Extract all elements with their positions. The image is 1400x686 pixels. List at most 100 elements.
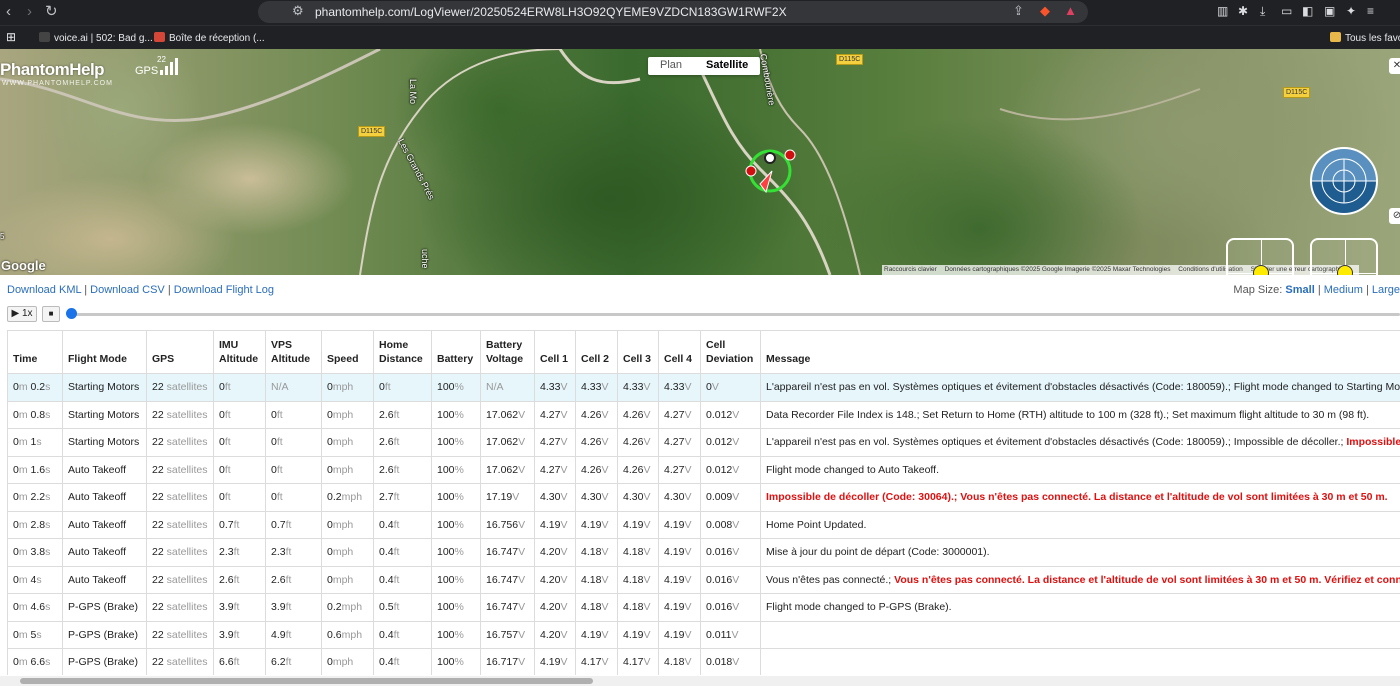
downloads-icon[interactable]: ⤓ <box>1260 4 1265 19</box>
battery-cell: 100% <box>431 538 481 567</box>
speed-cell: 0mph <box>321 428 374 457</box>
table-row[interactable]: 0m 0.2s Starting Motors 22 satellites 0ft N/… <box>7 373 1400 402</box>
vps-altitude-cell: 0ft <box>265 455 322 484</box>
column-header: GPS <box>146 330 214 374</box>
table-row[interactable]: 0m 1.6s Auto Takeoff 22 satellites 0ft 0ft 0m… <box>7 455 1400 484</box>
cell-deviation-cell: 0V <box>700 373 761 402</box>
message-cell: Impossible de décoller (Code: 30064).; V… <box>760 483 1400 512</box>
phantomhelp-logo: PhantomHelp <box>0 60 105 79</box>
time-cell: 0m 0.8s <box>7 400 63 429</box>
map-size-selector: Map Size: Small | Medium | Large <box>1233 284 1400 296</box>
cell1-cell: 4.30V <box>534 483 576 512</box>
table-row[interactable]: 0m 0.8s Starting Motors 22 satellites 0ft 0f… <box>7 400 1400 429</box>
map-type-satellite[interactable]: Satellite <box>706 59 748 71</box>
url-text[interactable]: phantomhelp.com/LogViewer/20250524ERW8LH… <box>315 5 787 19</box>
address-bar[interactable]: ⚙ phantomhelp.com/LogViewer/20250524ERW8… <box>258 1 1088 23</box>
map-type-plan[interactable]: Plan <box>660 59 682 71</box>
keyboard-shortcuts-link[interactable]: Raccourcis clavier <box>884 266 937 273</box>
imu-altitude-cell: 2.3ft <box>213 538 266 567</box>
bookmark-gmail[interactable]: Boîte de réception (... <box>154 32 265 44</box>
speed-cell: 0mph <box>321 648 374 675</box>
flight-mode-cell: Starting Motors <box>62 428 147 457</box>
download-flightlog-link[interactable]: Download Flight Log <box>174 284 274 296</box>
signal-bars-icon <box>160 58 180 75</box>
battery-cell: 100% <box>431 483 481 512</box>
share-icon[interactable]: ⇪ <box>1013 3 1024 19</box>
flight-map[interactable]: PhantomHelp WWW.PHANTOMHELP.COM GPS 22 P… <box>0 49 1400 275</box>
scrollbar-thumb[interactable] <box>20 678 593 684</box>
map-size-medium[interactable]: Medium <box>1324 284 1363 296</box>
cell3-cell: 4.18V <box>617 593 659 622</box>
vps-altitude-cell: 0ft <box>265 428 322 457</box>
reload-icon[interactable]: ↻ <box>45 3 58 21</box>
speed-cell: 0mph <box>321 510 374 539</box>
cell2-cell: 4.17V <box>575 648 618 675</box>
map-control-button[interactable]: ⊘ <box>1389 208 1400 224</box>
stop-button[interactable]: ■ <box>42 306 60 322</box>
rewards-icon[interactable]: ▲ <box>1064 3 1077 18</box>
play-speed-button[interactable]: ▶ 1x <box>7 306 37 322</box>
table-row[interactable]: 0m 3.8s Auto Takeoff 22 satellites 2.3ft 2.3… <box>7 538 1400 567</box>
battery-voltage-cell: 17.062V <box>480 400 535 429</box>
column-header: Speed <box>321 330 374 374</box>
cell4-cell: 4.19V <box>658 620 701 649</box>
imu-altitude-cell: 2.6ft <box>213 565 266 594</box>
table-body: 0m 0.2s Starting Motors 22 satellites 0ft N/… <box>7 373 1400 675</box>
table-row[interactable]: 0m 6.6s P-GPS (Brake) 22 satellites 6.6ft 6.… <box>7 648 1400 675</box>
bookmark-voiceai[interactable]: voice.ai | 502: Bad g... <box>39 32 153 44</box>
vps-altitude-cell: 0ft <box>265 400 322 429</box>
flight-mode-cell: Auto Takeoff <box>62 455 147 484</box>
table-row[interactable]: 0m 1s Starting Motors 22 satellites 0ft 0ft 0… <box>7 428 1400 457</box>
place-label: La Mo <box>408 79 418 105</box>
cell4-cell: 4.19V <box>658 593 701 622</box>
battery-cell: 100% <box>431 428 481 457</box>
speed-cell: 0.6mph <box>321 620 374 649</box>
table-row[interactable]: 0m 4s Auto Takeoff 22 satellites 2.6ft 2.6ft… <box>7 565 1400 594</box>
cell4-cell: 4.19V <box>658 565 701 594</box>
leo-ai-icon[interactable]: ✦ <box>1346 4 1356 18</box>
battery-cell: 100% <box>431 373 481 402</box>
forward-icon[interactable]: › <box>27 3 32 21</box>
time-cell: 0m 2.2s <box>7 483 63 512</box>
download-csv-link[interactable]: Download CSV <box>90 284 165 296</box>
timeline-knob[interactable] <box>66 308 77 319</box>
table-row[interactable]: 0m 2.2s Auto Takeoff 22 satellites 0ft 0ft 0.… <box>7 483 1400 512</box>
site-settings-icon[interactable]: ⚙ <box>292 3 304 19</box>
menu-icon[interactable]: ≡ <box>1367 4 1374 18</box>
table-row[interactable]: 0m 5s P-GPS (Brake) 22 satellites 3.9ft 4.9f… <box>7 620 1400 649</box>
imu-altitude-cell: 0ft <box>213 428 266 457</box>
fullscreen-button[interactable]: ✕ <box>1389 58 1400 74</box>
map-size-large[interactable]: Large <box>1372 284 1400 296</box>
home-distance-cell: 2.6ft <box>373 400 432 429</box>
map-size-small[interactable]: Small <box>1285 284 1314 296</box>
wallet-icon[interactable]: ▣ <box>1324 4 1335 18</box>
separator: | <box>1317 284 1321 296</box>
column-header: VPS Altitude <box>265 330 322 374</box>
extensions-icon[interactable]: ✱ <box>1238 4 1248 18</box>
imu-altitude-cell: 0.7ft <box>213 510 266 539</box>
cell2-cell: 4.26V <box>575 400 618 429</box>
sidebar-icon[interactable]: ◧ <box>1302 4 1313 18</box>
message-cell <box>760 648 1400 675</box>
download-kml-link[interactable]: Download KML <box>7 284 81 296</box>
column-header: IMU Altitude <box>213 330 266 374</box>
horizontal-scrollbar[interactable] <box>0 676 1400 686</box>
table-row[interactable]: 0m 4.6s P-GPS (Brake) 22 satellites 3.9ft 3.… <box>7 593 1400 622</box>
timeline-slider[interactable] <box>70 313 1400 316</box>
back-icon[interactable]: ‹ <box>6 3 11 21</box>
cell4-cell: 4.19V <box>658 510 701 539</box>
bookmarks-folder[interactable]: Tous les favoris <box>1330 32 1400 44</box>
table-row[interactable]: 0m 2.8s Auto Takeoff 22 satellites 0.7ft 0.7… <box>7 510 1400 539</box>
message-cell: Home Point Updated. <box>760 510 1400 539</box>
battery-cell: 100% <box>431 593 481 622</box>
message-cell <box>760 620 1400 649</box>
cell3-cell: 4.19V <box>617 510 659 539</box>
time-cell: 0m 1.6s <box>7 455 63 484</box>
gps-cell: 22 satellites <box>146 373 214 402</box>
tab-manager-icon[interactable]: ▥ <box>1217 4 1228 18</box>
battery-cell: 100% <box>431 620 481 649</box>
brave-shield-icon[interactable]: ◆ <box>1040 3 1050 19</box>
apps-grid-icon[interactable]: ⊞ <box>6 30 16 44</box>
reading-list-icon[interactable]: ▭ <box>1281 4 1292 18</box>
flight-mode-cell: Auto Takeoff <box>62 565 147 594</box>
